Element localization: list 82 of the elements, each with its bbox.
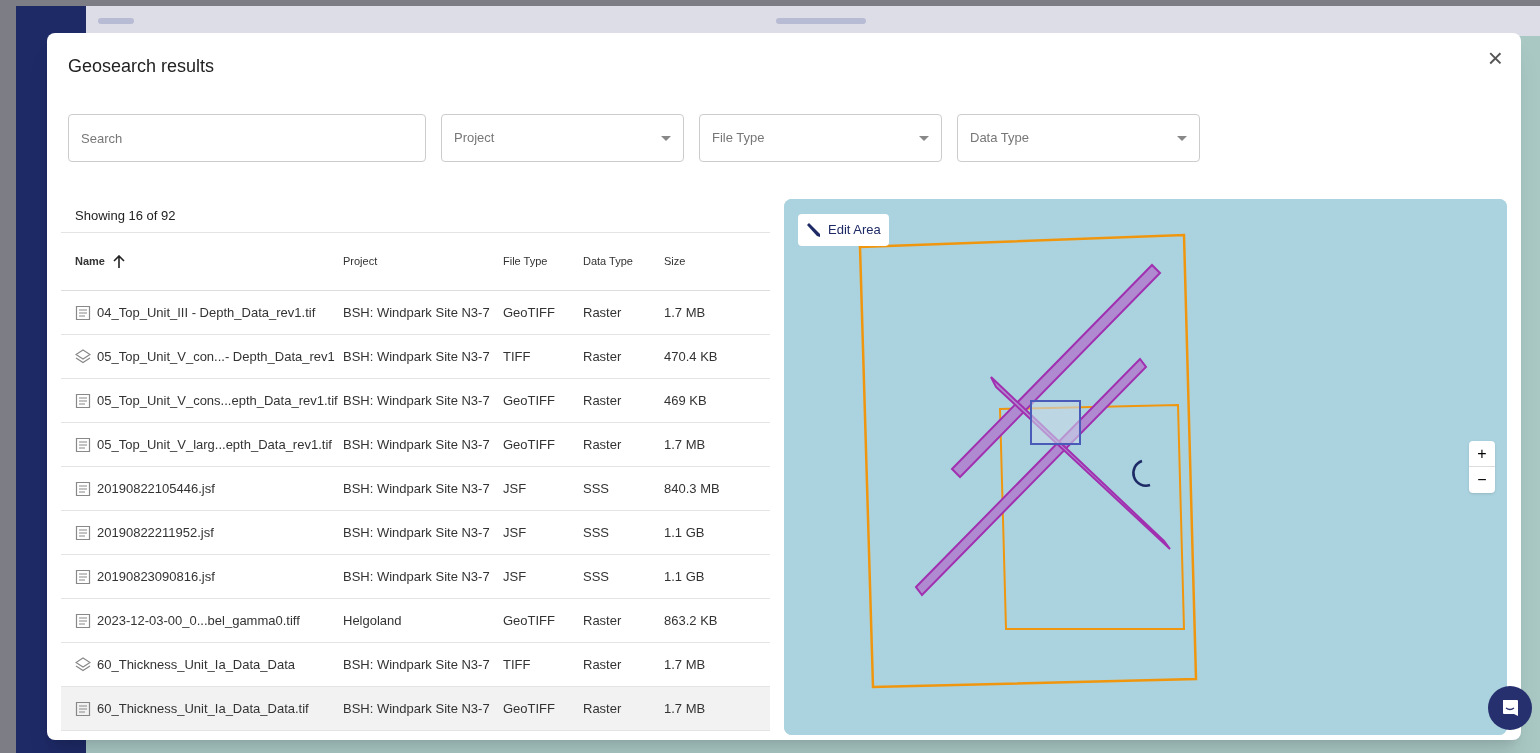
table-cell-text: 1.7 MB bbox=[664, 699, 706, 718]
table-cell-text: 05_Top_Unit_V_larg...epth_Data_rev1.tif bbox=[97, 435, 332, 454]
table-cell-text: BSH: Windpark Site N3-7 bbox=[343, 523, 490, 542]
table-cell-text: GeoTIFF bbox=[503, 699, 555, 718]
caret-icon bbox=[661, 135, 671, 141]
table-cell-text: Raster bbox=[583, 435, 622, 454]
back-link-placeholder bbox=[98, 18, 134, 24]
table-cell-text: Helgoland bbox=[343, 611, 402, 630]
table-cell-text: Raster bbox=[583, 391, 622, 410]
result-count: Showing 16 of 92 bbox=[75, 206, 176, 225]
table-cell-text: SSS bbox=[583, 567, 609, 586]
column-header[interactable]: Size bbox=[664, 253, 686, 270]
table-cell-text: TIFF bbox=[503, 655, 531, 674]
table-cell-text: Raster bbox=[583, 655, 622, 674]
table-cell-text: Raster bbox=[583, 347, 622, 366]
table-cell-text: BSH: Windpark Site N3-7 bbox=[343, 567, 490, 586]
table-cell-text: 863.2 KB bbox=[664, 611, 718, 630]
table-cell-text: 470.4 KB bbox=[664, 347, 718, 366]
table-cell-text: GeoTIFF bbox=[503, 611, 555, 630]
table-cell-text: 1.1 GB bbox=[664, 523, 705, 542]
table-cell-text: JSF bbox=[503, 479, 527, 498]
table-cell-text: 20190823090816.jsf bbox=[97, 567, 215, 586]
table-cell-text: Raster bbox=[583, 611, 622, 630]
table-row[interactable]: 60_Thickness_Unit_Ia_Data_Data.tif BSH: Windpark Site N3-7 GeoTIFF Raster 1.7 MB bbox=[61, 687, 770, 731]
table-cell-text: GeoTIFF bbox=[503, 303, 555, 322]
caret-icon bbox=[919, 135, 929, 141]
table-cell-text: SSS bbox=[583, 523, 609, 542]
column-header[interactable]: Project bbox=[343, 253, 378, 270]
table-cell-text: GeoTIFF bbox=[503, 391, 555, 410]
table-cell-text: SSS bbox=[583, 479, 609, 498]
layers-icon bbox=[75, 348, 91, 365]
dialog-title: Geosearch results bbox=[68, 55, 215, 78]
document-icon bbox=[75, 568, 91, 585]
table-cell-text: 469 KB bbox=[664, 391, 707, 410]
zoom-out-button[interactable]: − bbox=[1469, 467, 1495, 493]
document-icon bbox=[75, 612, 91, 629]
document-icon bbox=[75, 392, 91, 409]
table-cell-text: Raster bbox=[583, 699, 622, 718]
table-cell-text: BSH: Windpark Site N3-7 bbox=[343, 699, 490, 718]
table-cell-text: 60_Thickness_Unit_Ia_Data_Data.tif bbox=[97, 699, 309, 718]
table-cell-text: 840.3 MB bbox=[664, 479, 720, 498]
column-header[interactable]: Name bbox=[75, 253, 105, 270]
table-cell-text: 05_Top_Unit_V_con...- Depth_Data_rev1 bbox=[97, 347, 335, 366]
table-cell-text: BSH: Windpark Site N3-7 bbox=[343, 655, 490, 674]
zoom-in-button[interactable]: + bbox=[1469, 441, 1495, 467]
column-header[interactable]: File Type bbox=[503, 253, 548, 270]
table-cell-text: 1.7 MB bbox=[664, 435, 706, 454]
table-cell-text: 05_Top_Unit_V_cons...epth_Data_rev1.tif bbox=[97, 391, 338, 410]
edit-area-button[interactable]: Edit Area bbox=[798, 214, 889, 246]
table-cell-text: 20190822211952.jsf bbox=[97, 523, 214, 542]
close-button[interactable]: × bbox=[1483, 45, 1507, 71]
table-cell-text: 20190822105446.jsf bbox=[97, 479, 215, 498]
table-cell-text: BSH: Windpark Site N3-7 bbox=[343, 435, 490, 454]
document-icon bbox=[75, 700, 91, 717]
table-cell-text: BSH: Windpark Site N3-7 bbox=[343, 347, 490, 366]
table-cell-text: TIFF bbox=[503, 347, 531, 366]
document-icon bbox=[75, 524, 91, 541]
column-header[interactable]: Data Type bbox=[583, 253, 633, 270]
table-cell-text: Raster bbox=[583, 303, 622, 322]
layers-icon bbox=[75, 656, 91, 673]
search-field[interactable]: Search bbox=[68, 114, 426, 162]
table-cell-text: 1.7 MB bbox=[664, 303, 706, 322]
dropdown[interactable]: Data Type bbox=[957, 114, 1200, 162]
document-icon bbox=[75, 304, 91, 321]
table-cell-text: 04_Top_Unit_III - Depth_Data_rev1.tif bbox=[97, 303, 316, 322]
table-cell-text: BSH: Windpark Site N3-7 bbox=[343, 303, 490, 322]
table-cell-text: 1.7 MB bbox=[664, 655, 706, 674]
table-cell-text: JSF bbox=[503, 567, 527, 586]
table-cell-text: 60_Thickness_Unit_Ia_Data_Data bbox=[97, 655, 295, 674]
caret-icon bbox=[1177, 135, 1187, 141]
table-cell-text: 1.1 GB bbox=[664, 567, 705, 586]
table-cell-text: BSH: Windpark Site N3-7 bbox=[343, 391, 490, 410]
table-cell-text: BSH: Windpark Site N3-7 bbox=[343, 479, 490, 498]
pencil-icon bbox=[806, 223, 820, 237]
document-icon bbox=[75, 480, 91, 497]
table-cell-text: 2023-12-03-00_0...bel_gamma0.tiff bbox=[97, 611, 300, 630]
document-icon bbox=[75, 436, 91, 453]
dropdown[interactable]: File Type bbox=[699, 114, 942, 162]
table-cell-text: GeoTIFF bbox=[503, 435, 555, 454]
chat-icon bbox=[1500, 698, 1520, 718]
table-cell-text: JSF bbox=[503, 523, 527, 542]
dropdown[interactable]: Project bbox=[441, 114, 684, 162]
